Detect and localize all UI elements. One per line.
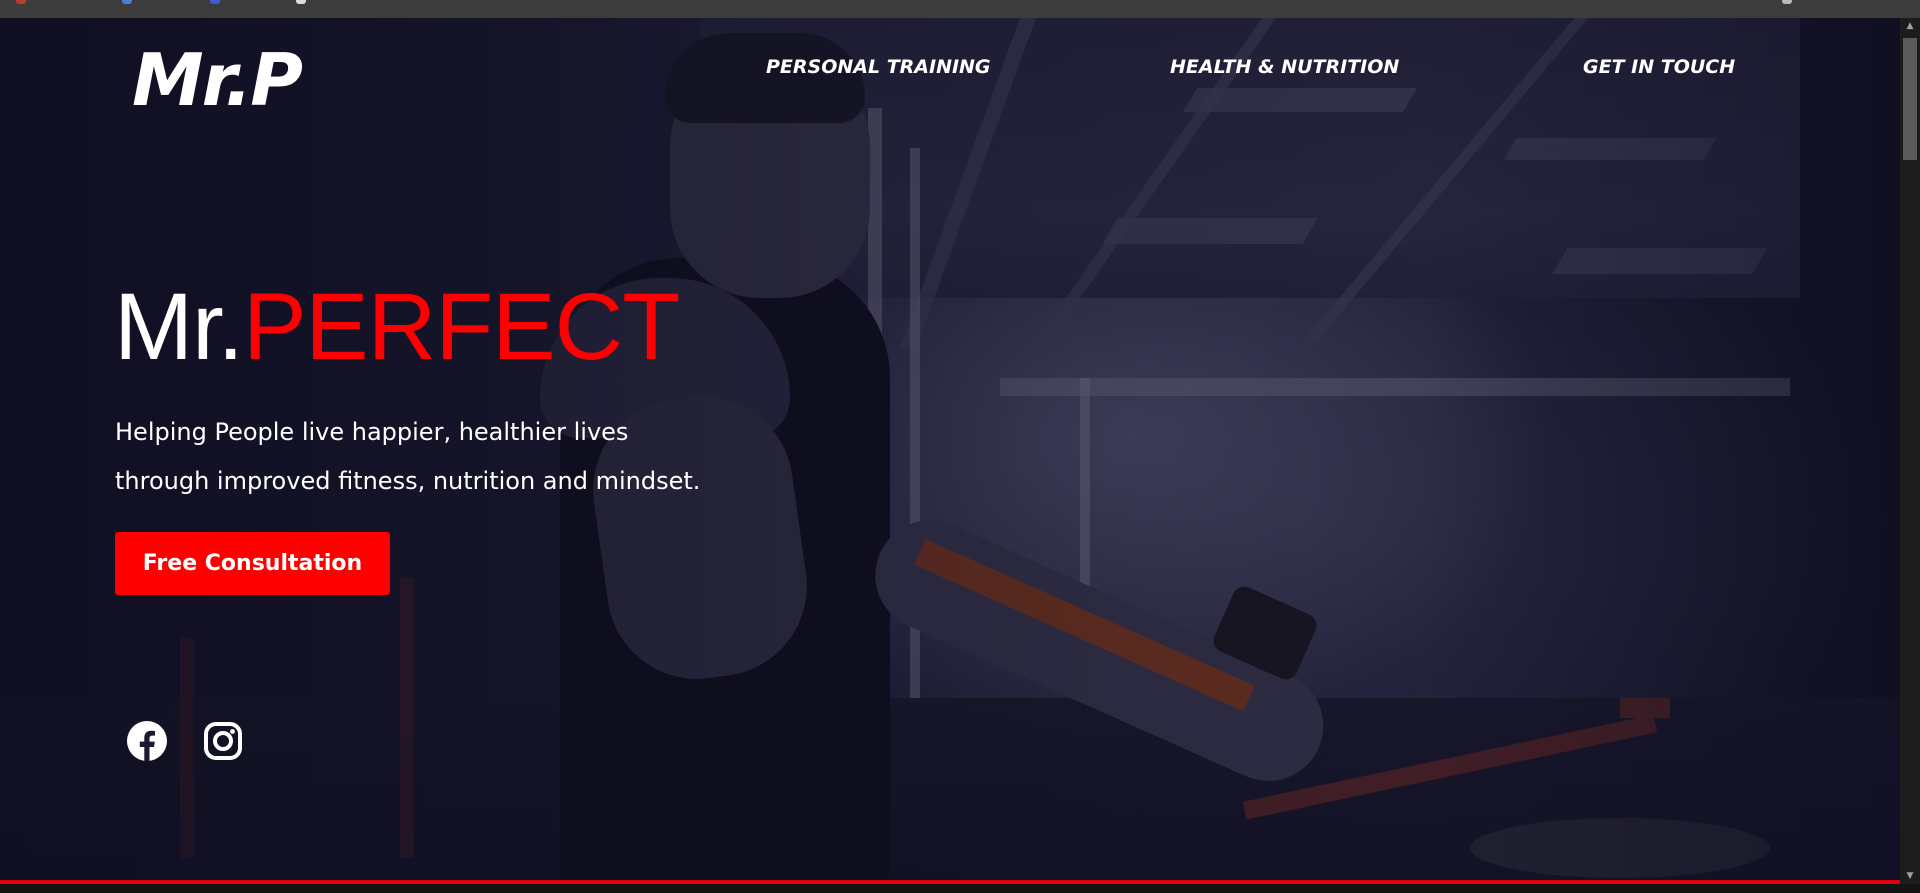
scroll-thumb[interactable] <box>1903 38 1917 160</box>
hero-title: Mr.PERFECT <box>114 273 680 382</box>
nav-get-in-touch[interactable]: GET IN TOUCH <box>1583 56 1735 78</box>
site-logo[interactable]: Mr.P <box>132 38 303 122</box>
toolbar-icon <box>1782 0 1792 4</box>
facebook-icon[interactable] <box>126 720 168 762</box>
tab-favicon-white <box>296 0 306 4</box>
instagram-icon[interactable] <box>202 720 244 762</box>
nav-health-nutrition[interactable]: HEALTH & NUTRITION <box>1170 56 1399 78</box>
hero-tagline: Helping People live happier, healthier l… <box>115 408 795 506</box>
nav-personal-training[interactable]: PERSONAL TRAINING <box>766 56 991 78</box>
page-scrollbar[interactable]: ▲ ▼ <box>1900 18 1920 884</box>
tab-favicon-blue-2 <box>210 0 220 4</box>
hero-title-prefix: Mr. <box>114 274 244 380</box>
browser-chrome-strip <box>0 0 1920 18</box>
browser-bottom-edge <box>0 884 1920 893</box>
page-viewport: Mr.P PERSONAL TRAINING HEALTH & NUTRITIO… <box>0 18 1900 884</box>
free-consultation-button[interactable]: Free Consultation <box>115 532 390 595</box>
tagline-line-1: Helping People live happier, healthier l… <box>115 418 629 446</box>
scroll-up-arrow-icon[interactable]: ▲ <box>1900 18 1920 34</box>
scroll-down-arrow-icon[interactable]: ▼ <box>1900 868 1920 884</box>
tab-favicon-red <box>16 0 26 4</box>
hero-title-accent: PERFECT <box>242 274 680 380</box>
tagline-line-2: through improved fitness, nutrition and … <box>115 467 701 495</box>
tab-favicon-blue <box>122 0 132 4</box>
